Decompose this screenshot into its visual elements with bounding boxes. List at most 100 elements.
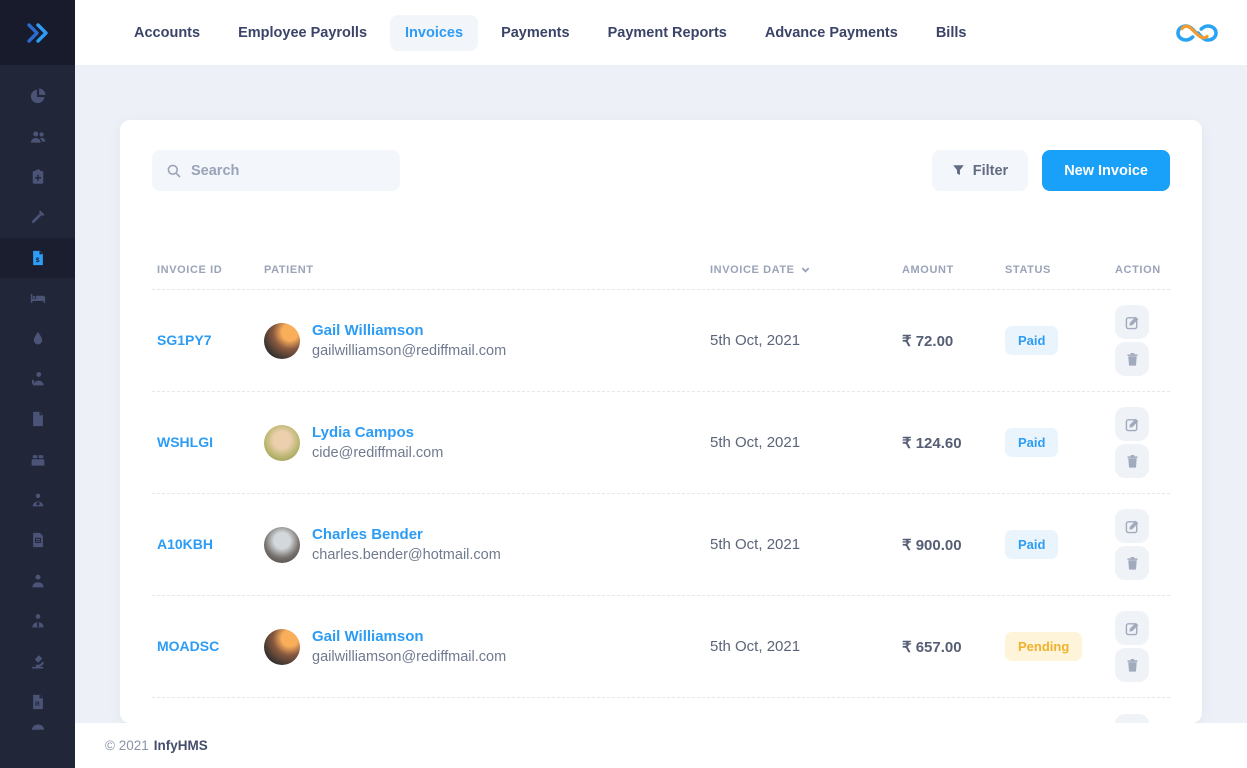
sidebar-item-clipboard-plus-icon[interactable] (0, 157, 75, 197)
sidebar-item-case-file-icon[interactable] (0, 520, 75, 560)
patient-avatar (264, 629, 300, 665)
column-header-amount[interactable]: AMOUNT (902, 264, 1005, 276)
status-badge: Paid (1005, 428, 1058, 457)
delete-button[interactable] (1115, 546, 1149, 580)
nav-tabs: Accounts Employee Payrolls Invoices Paym… (119, 15, 1172, 51)
patient-avatar (264, 425, 300, 461)
sidebar-item-bed-icon[interactable] (0, 278, 75, 318)
sidebar-item-invoice-file-icon[interactable]: $ (0, 238, 75, 278)
invoice-amount: ₹ 657.00 (902, 638, 1005, 656)
trash-icon (1125, 658, 1140, 673)
invoice-id-link[interactable]: WSHLGI (157, 434, 213, 450)
table-row: MOADSC Gail Williamson gailwilliamson@re… (152, 596, 1170, 698)
column-header-action: ACTION (1107, 264, 1170, 276)
column-header-status[interactable]: STATUS (1005, 264, 1107, 276)
toolbar-actions: Filter New Invoice (932, 150, 1170, 191)
table-row: WSHLGI Lydia Campos cide@rediffmail.com … (152, 392, 1170, 494)
invoice-amount: ₹ 900.00 (902, 536, 1005, 554)
status-badge: Pending (1005, 632, 1082, 661)
chevron-down-icon (800, 264, 811, 275)
table-row: SG1PY7 Gail Williamson gailwilliamson@re… (152, 290, 1170, 392)
sidebar-item-document-icon[interactable] (0, 399, 75, 439)
tab-invoices[interactable]: Invoices (390, 15, 478, 51)
patient-email: cide@rediffmail.com (312, 445, 443, 461)
svg-text:$: $ (35, 257, 39, 264)
page-footer: © 2021 InfyHMS (75, 723, 1247, 768)
brand-name: InfyHMS (154, 738, 208, 753)
table-row-partial (152, 698, 1170, 721)
sidebar-item-employee-icon[interactable] (0, 601, 75, 641)
tab-employee-payrolls[interactable]: Employee Payrolls (223, 15, 382, 51)
filter-funnel-icon (952, 164, 965, 177)
invoice-amount: ₹ 72.00 (902, 332, 1005, 350)
double-chevron-right-icon[interactable] (25, 22, 51, 44)
invoices-card: Filter New Invoice INVOICE ID PATIENT IN… (120, 120, 1202, 723)
invoice-date: 5th Oct, 2021 (710, 434, 902, 451)
edit-button[interactable] (1115, 305, 1149, 339)
patient-name-link[interactable]: Charles Bender (312, 526, 501, 543)
patient-email: gailwilliamson@rediffmail.com (312, 343, 506, 359)
patient-avatar (264, 527, 300, 563)
invoice-amount: ₹ 124.60 (902, 434, 1005, 452)
patient-avatar (264, 323, 300, 359)
delete-button[interactable] (1115, 342, 1149, 376)
copyright-text: © 2021 (105, 738, 149, 753)
table-header-row: INVOICE ID PATIENT INVOICE DATE AMOUNT S… (152, 250, 1170, 290)
sidebar-nav: $ R (0, 65, 75, 736)
sidebar: $ R (0, 0, 75, 768)
sidebar-item-bed-double-icon[interactable] (0, 440, 75, 480)
edit-button[interactable] (1115, 407, 1149, 441)
delete-button[interactable] (1115, 444, 1149, 478)
edit-pencil-icon (1125, 621, 1140, 636)
invoice-id-link[interactable]: SG1PY7 (157, 332, 211, 348)
edit-button[interactable] (1115, 611, 1149, 645)
sidebar-item-prescription-file-icon[interactable]: R (0, 682, 75, 722)
sidebar-item-person-icon[interactable] (0, 561, 75, 601)
column-header-invoice-date[interactable]: INVOICE DATE (710, 264, 902, 276)
sidebar-item-patient-badge-icon[interactable] (0, 480, 75, 520)
patient-email: gailwilliamson@rediffmail.com (312, 649, 506, 665)
trash-icon (1125, 454, 1140, 469)
edit-pencil-icon (1125, 315, 1140, 330)
sidebar-header (0, 0, 75, 65)
tab-advance-payments[interactable]: Advance Payments (750, 15, 913, 51)
edit-button[interactable] (1115, 509, 1149, 543)
search-icon (166, 163, 182, 179)
infinity-logo[interactable] (1172, 16, 1222, 50)
patient-name-link[interactable]: Lydia Campos (312, 424, 443, 441)
invoice-date: 5th Oct, 2021 (710, 536, 902, 553)
delete-button[interactable] (1115, 648, 1149, 682)
tab-accounts[interactable]: Accounts (119, 15, 215, 51)
patient-email: charles.bender@hotmail.com (312, 547, 501, 563)
trash-icon (1125, 556, 1140, 571)
edit-button[interactable] (1115, 714, 1149, 723)
sidebar-item-patients-icon[interactable] (0, 116, 75, 156)
search-input[interactable] (191, 163, 386, 179)
filter-button-label: Filter (973, 163, 1008, 179)
invoice-date: 5th Oct, 2021 (710, 638, 902, 655)
sidebar-item-syringe-icon[interactable] (0, 197, 75, 237)
invoice-date: 5th Oct, 2021 (710, 332, 902, 349)
sidebar-item-pie-chart-icon[interactable] (0, 76, 75, 116)
search-box[interactable] (152, 150, 400, 191)
sidebar-item-microscope-icon[interactable] (0, 641, 75, 681)
new-invoice-button[interactable]: New Invoice (1042, 150, 1170, 191)
column-header-invoice-date-label: INVOICE DATE (710, 264, 795, 276)
invoice-id-link[interactable]: MOADSC (157, 638, 219, 654)
svg-text:R: R (35, 701, 40, 708)
tab-payments[interactable]: Payments (486, 15, 585, 51)
sidebar-item-doctor-icon[interactable] (0, 359, 75, 399)
content-area: Filter New Invoice INVOICE ID PATIENT IN… (75, 65, 1247, 723)
column-header-invoice-id[interactable]: INVOICE ID (152, 264, 259, 276)
patient-name-link[interactable]: Gail Williamson (312, 628, 506, 645)
patient-name-link[interactable]: Gail Williamson (312, 322, 506, 339)
tab-payment-reports[interactable]: Payment Reports (593, 15, 742, 51)
sidebar-item-clipped-bottom-icon[interactable] (0, 722, 75, 736)
tab-bills[interactable]: Bills (921, 15, 982, 51)
column-header-patient[interactable]: PATIENT (259, 264, 710, 276)
main-area: Accounts Employee Payrolls Invoices Paym… (75, 0, 1247, 768)
invoice-id-link[interactable]: A10KBH (157, 536, 213, 552)
sidebar-item-blood-drop-icon[interactable] (0, 318, 75, 358)
filter-button[interactable]: Filter (932, 150, 1028, 191)
card-toolbar: Filter New Invoice (152, 120, 1170, 191)
